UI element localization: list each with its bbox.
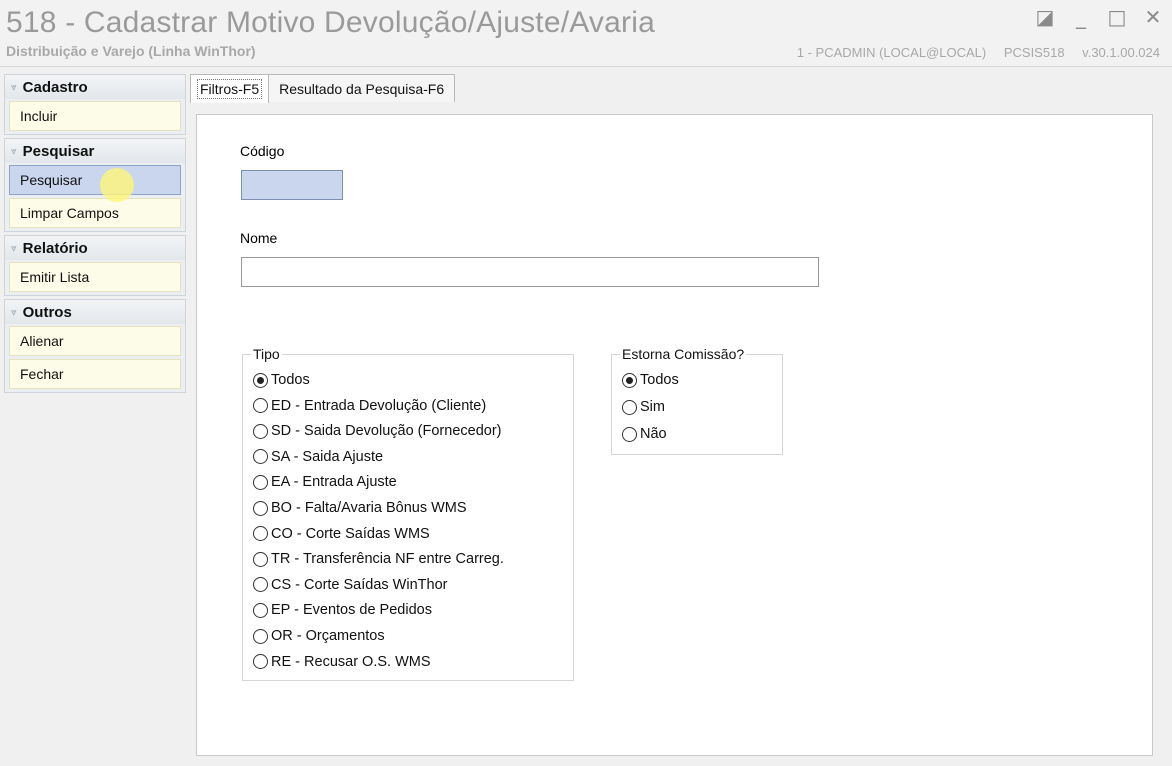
minimize-icon[interactable]: _ (1070, 4, 1092, 30)
radio-circle-icon[interactable] (253, 654, 268, 670)
radio-circle-icon[interactable] (253, 628, 268, 644)
radio-circle-icon[interactable] (253, 500, 268, 516)
sidebar-group-pesquisar: ⩔ Pesquisar Pesquisar Limpar Campos (4, 138, 186, 232)
tab-filtros[interactable]: Filtros-F5 (190, 74, 270, 103)
group-header-pesquisar[interactable]: ⩔ Pesquisar (5, 139, 185, 163)
restore-icon[interactable]: ◪ (1034, 4, 1056, 30)
sidebar-item-pesquisar[interactable]: Pesquisar (9, 165, 181, 195)
sidebar-item-alienar[interactable]: Alienar (9, 326, 181, 356)
group-header-outros[interactable]: ⩔ Outros (5, 300, 185, 324)
tipo-radio-5[interactable]: BO - Falta/Avaria Bônus WMS (253, 500, 467, 516)
radio-label: ED - Entrada Devolução (Cliente) (271, 397, 487, 414)
tipo-radio-2[interactable]: SD - Saida Devolução (Fornecedor) (253, 423, 502, 439)
tipo-radio-11[interactable]: RE - Recusar O.S. WMS (253, 654, 431, 670)
group-header-relatorio[interactable]: ⩔ Relatório (5, 236, 185, 260)
tipo-radio-9[interactable]: EP - Eventos de Pedidos (253, 602, 432, 618)
window-controls: ◪ _ □ ✕ (1034, 4, 1164, 30)
sidebar-item-fechar[interactable]: Fechar (9, 359, 181, 389)
sidebar: ⩔ Cadastro Incluir ⩔ Pesquisar Pesquisar… (4, 74, 186, 396)
radio-circle-icon[interactable] (253, 423, 268, 439)
group-header-cadastro[interactable]: ⩔ Cadastro (5, 75, 185, 99)
chevron-collapse-icon: ⩔ (11, 81, 17, 93)
window-subtitle: Distribuição e Varejo (Linha WinThor) (6, 43, 256, 59)
radio-circle-icon[interactable] (253, 551, 268, 567)
sidebar-group-relatorio: ⩔ Relatório Emitir Lista (4, 235, 186, 296)
radio-label: Todos (640, 372, 679, 388)
codigo-label: Código (240, 143, 285, 159)
radio-circle-icon[interactable] (253, 372, 268, 388)
estorna-radio-0[interactable]: Todos (622, 372, 679, 388)
tab-resultado[interactable]: Resultado da Pesquisa-F6 (268, 74, 456, 102)
tipo-radio-4[interactable]: EA - Entrada Ajuste (253, 474, 397, 490)
tipo-radio-7[interactable]: TR - Transferência NF entre Carreg. (253, 551, 504, 567)
group-title: Cadastro (22, 78, 88, 96)
tipo-radio-1[interactable]: ED - Entrada Devolução (Cliente) (253, 398, 486, 414)
radio-circle-icon[interactable] (622, 399, 637, 415)
close-icon[interactable]: ✕ (1142, 4, 1164, 30)
filter-panel: Código Nome Tipo Todos ED - Entrada Devol… (196, 114, 1153, 756)
radio-label: RE - Recusar O.S. WMS (271, 653, 431, 670)
radio-label: SD - Saida Devolução (Fornecedor) (271, 423, 502, 440)
radio-label: Sim (640, 399, 665, 415)
radio-label: BO - Falta/Avaria Bônus WMS (271, 500, 467, 516)
sidebar-item-limpar-campos[interactable]: Limpar Campos (9, 198, 181, 228)
maximize-icon[interactable]: □ (1106, 4, 1128, 30)
tipo-radio-3[interactable]: SA - Saida Ajuste (253, 449, 383, 465)
tab-bar: Filtros-F5 Resultado da Pesquisa-F6 (190, 74, 456, 103)
radio-label: EP - Eventos de Pedidos (271, 602, 432, 619)
tab-label: Resultado da Pesquisa-F6 (279, 80, 445, 97)
program-label: PCSIS518 (1003, 45, 1065, 60)
radio-circle-icon[interactable] (622, 372, 637, 388)
tipo-radio-0[interactable]: Todos (253, 372, 310, 388)
radio-circle-icon[interactable] (253, 526, 268, 542)
radio-label: EA - Entrada Ajuste (271, 474, 397, 491)
radio-label: Todos (271, 372, 310, 388)
group-title: Pesquisar (22, 142, 95, 160)
estorna-legend: Estorna Comissão? (622, 346, 745, 362)
radio-label: Não (640, 426, 667, 442)
sidebar-item-incluir[interactable]: Incluir (9, 101, 181, 131)
radio-label: OR - Orçamentos (271, 628, 385, 644)
title-bar: 518 - Cadastrar Motivo Devolução/Ajuste/… (0, 0, 1172, 67)
estorna-radio-1[interactable]: Sim (622, 399, 665, 415)
version-label: v.30.1.00.024 (1082, 45, 1160, 60)
radio-circle-icon[interactable] (253, 398, 268, 414)
group-title: Relatório (22, 239, 88, 257)
radio-circle-icon[interactable] (253, 449, 268, 465)
window-title: 518 - Cadastrar Motivo Devolução/Ajuste/… (6, 6, 655, 39)
tipo-legend: Tipo (253, 346, 280, 362)
tipo-radio-10[interactable]: OR - Orçamentos (253, 628, 385, 644)
radio-label: CS - Corte Saídas WinThor (271, 576, 448, 593)
codigo-input[interactable] (241, 170, 343, 200)
sidebar-group-outros: ⩔ Outros Alienar Fechar (4, 299, 186, 393)
tipo-radio-6[interactable]: CO - Corte Saídas WMS (253, 526, 430, 542)
chevron-collapse-icon: ⩔ (11, 306, 17, 318)
tipo-radio-8[interactable]: CS - Corte Saídas WinThor (253, 577, 447, 593)
nome-input[interactable] (241, 257, 819, 287)
nome-label: Nome (240, 230, 278, 246)
radio-circle-icon[interactable] (622, 426, 637, 442)
radio-label: SA - Saida Ajuste (271, 448, 384, 465)
radio-circle-icon[interactable] (253, 474, 268, 490)
user-label: 1 - PCADMIN (LOCAL@LOCAL) (796, 45, 987, 60)
radio-label: TR - Transferência NF entre Carreg. (271, 551, 504, 568)
estorna-radio-2[interactable]: Não (622, 426, 667, 442)
radio-circle-icon[interactable] (253, 577, 268, 593)
chevron-collapse-icon: ⩔ (11, 145, 17, 157)
sidebar-item-emitir-lista[interactable]: Emitir Lista (9, 262, 181, 292)
user-info: 1 - PCADMIN (LOCAL@LOCAL) PCSIS518 v.30.… (783, 45, 1160, 60)
group-title: Outros (22, 303, 72, 321)
sidebar-group-cadastro: ⩔ Cadastro Incluir (4, 74, 186, 135)
chevron-collapse-icon: ⩔ (11, 242, 17, 254)
radio-circle-icon[interactable] (253, 602, 268, 618)
radio-label: CO - Corte Saídas WMS (271, 525, 430, 542)
tab-label: Filtros-F5 (197, 79, 263, 99)
